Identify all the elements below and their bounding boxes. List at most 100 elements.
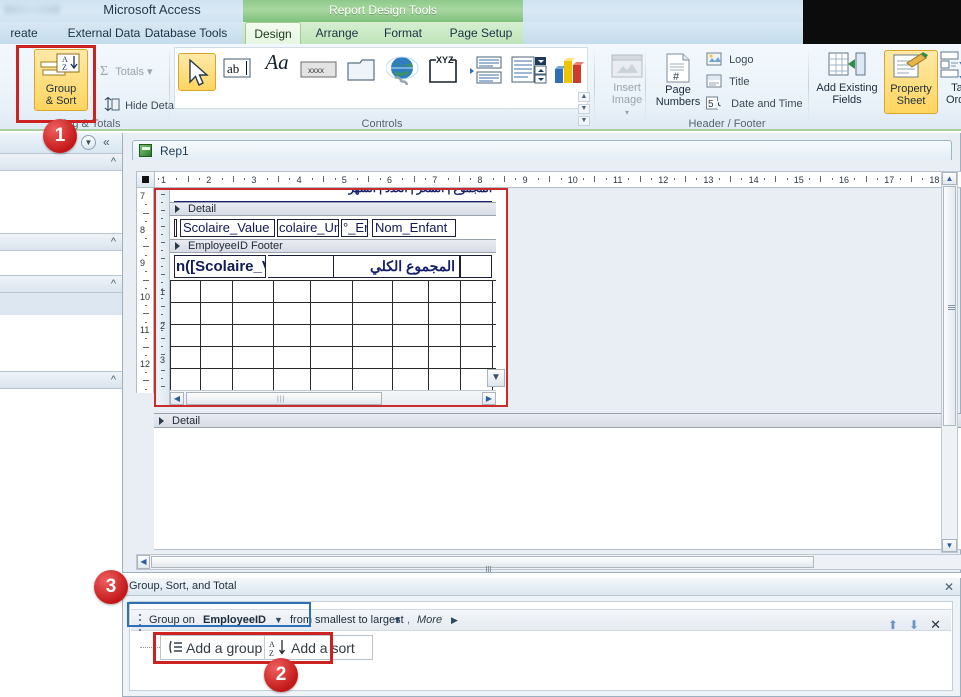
property-sheet-button[interactable]: Property Sheet — [884, 50, 938, 114]
ruler-minor-mark — [786, 178, 788, 180]
move-down-icon[interactable]: ⬇ — [909, 618, 919, 632]
section-bar-detail-outer[interactable]: Detail — [154, 413, 961, 428]
section-bar-detail[interactable]: Detail — [170, 202, 496, 216]
chevron-up-icon[interactable]: ^ — [111, 374, 116, 386]
text-box-tool-button[interactable]: ab — [222, 56, 254, 86]
ruler-minor-mark — [424, 178, 426, 180]
totals-chevron-down-icon[interactable]: ▾ — [147, 66, 153, 78]
section-collapse-caret-icon[interactable] — [175, 205, 180, 213]
navpane-section-3-body[interactable] — [0, 315, 122, 371]
insert-image-chevron-down-icon[interactable]: ▾ — [625, 108, 629, 117]
tab-control-tool-button[interactable] — [346, 55, 380, 87]
control-total-arabic-label[interactable]: المجموع الكلي — [334, 255, 460, 278]
totals-label[interactable]: Totals — [115, 66, 144, 78]
group-label-header-footer: Header / Footer — [688, 118, 766, 130]
option-group-tool-button[interactable] — [468, 55, 504, 87]
subreport-hscroll-thumb[interactable]: ||| — [186, 392, 382, 405]
tab-page-setup[interactable]: Page Setup — [438, 22, 524, 44]
chevron-up-icon[interactable]: ^ — [111, 156, 116, 168]
logo-label[interactable]: Logo — [729, 54, 753, 66]
navpane-section-header-1[interactable]: ^ — [0, 153, 122, 171]
navpane-section-1-body[interactable] — [0, 171, 122, 233]
tab-order-button[interactable]: Tab Order — [940, 50, 961, 114]
section-collapse-caret-icon[interactable] — [175, 242, 180, 250]
chevron-up-icon[interactable]: ^ — [111, 236, 116, 248]
navpane-selected-item[interactable] — [0, 293, 122, 315]
document-vscroll-thumb[interactable] — [943, 186, 956, 426]
subreport-vruler-mark — [161, 370, 165, 371]
subreport-vruler-mark — [161, 330, 163, 331]
close-icon[interactable]: ✕ — [944, 579, 954, 596]
controls-gallery-more-icon[interactable]: ▼ — [578, 116, 590, 126]
navpane-section-header-3[interactable]: ^ — [0, 275, 122, 293]
ruler-tick-16: 16 — [839, 175, 850, 185]
ruler-minor-mark — [278, 176, 279, 182]
control-n-er[interactable]: °_Er — [341, 219, 368, 237]
vruler-minor-mark — [145, 355, 147, 357]
tab-database-tools[interactable]: Database Tools — [131, 22, 241, 44]
ruler-tick-15: 15 — [793, 175, 804, 185]
document-scroll-left-icon[interactable]: ◀ — [137, 555, 150, 569]
button-xxxx-icon: xxxx — [300, 61, 338, 83]
group-more-expand-arrow-icon[interactable]: ▶ — [451, 610, 458, 631]
controls-gallery-up-icon[interactable]: ▲ — [578, 92, 590, 102]
obscured-strip-right — [803, 22, 961, 44]
ruler-tick-8: 8 — [477, 175, 483, 185]
navpane-dropdown-arrow-icon[interactable]: ▼ — [81, 135, 96, 150]
subreport-scroll-left-icon[interactable]: ◀ — [170, 392, 184, 405]
document-scroll-up-icon[interactable]: ▲ — [942, 172, 957, 185]
control-scolaire-value[interactable]: Scolaire_Value — [180, 219, 275, 237]
delete-icon[interactable]: ✕ — [930, 617, 941, 632]
document-hscroll-thumb[interactable] — [151, 556, 814, 572]
control-sum-scolaire-value[interactable]: n([Scolaire_Va — [174, 255, 266, 278]
move-up-icon[interactable]: ⬆ — [888, 618, 898, 632]
subreport-horizontal-scrollbar[interactable]: ◀ ||| ▶ — [170, 390, 496, 405]
obscured-window-controls — [803, 0, 961, 22]
group-order-chevron-down-icon[interactable]: ▼ — [393, 610, 402, 631]
hyperlink-tool-button[interactable] — [385, 55, 420, 87]
title-label[interactable]: Title — [729, 76, 749, 88]
chevron-up-icon[interactable]: ^ — [111, 278, 116, 290]
controls-gallery-down-icon[interactable]: ▼ — [578, 104, 590, 114]
label-tool-button[interactable]: Aa — [260, 52, 294, 86]
document-scroll-down-icon[interactable]: ▼ — [942, 539, 957, 552]
navpane-section-4-body[interactable] — [0, 389, 122, 573]
add-existing-fields-button[interactable]: Add Existing Fields — [812, 50, 882, 114]
vruler-tick-11: 11 — [140, 325, 150, 335]
annotation-badge-2: 2 — [264, 658, 298, 692]
tab-design[interactable]: Design — [245, 22, 301, 44]
subreport-design-surface[interactable]: 123 المجموع | السعر | العدد | الشهر Deta… — [154, 188, 508, 407]
control-scolaire-uni[interactable]: colaire_Uni — [277, 219, 339, 237]
document-horizontal-scrollbar[interactable]: ◀ ▶ — [136, 554, 961, 572]
tab-create[interactable]: reate — [0, 22, 48, 44]
unbound-object-frame-tool-button[interactable]: XYZ — [426, 54, 462, 88]
document-vertical-scrollbar[interactable]: ▲ ▼ — [941, 171, 958, 553]
vruler-minor-mark — [143, 246, 149, 248]
subreport-scroll-down-icon[interactable]: ▼ — [487, 369, 505, 387]
page-numbers-label-line2: Numbers — [655, 96, 701, 108]
tab-arrange[interactable]: Arrange — [307, 22, 367, 44]
page-numbers-button[interactable]: # Page Numbers — [652, 52, 704, 114]
select-tool-button[interactable] — [178, 53, 216, 91]
control-nom-enfant[interactable]: Nom_Enfant — [372, 219, 456, 237]
vruler-tick-8: 8 — [140, 224, 146, 235]
report-canvas[interactable] — [154, 428, 961, 550]
section-collapse-caret-icon[interactable] — [159, 417, 164, 425]
tab-format[interactable]: Format — [374, 22, 432, 44]
navpane-section-header-2[interactable]: ^ — [0, 233, 122, 251]
design-grid[interactable] — [170, 280, 496, 390]
date-and-time-label[interactable]: Date and Time — [731, 98, 803, 110]
ruler-corner-selector[interactable] — [137, 172, 155, 187]
navpane-section-header-4[interactable]: ^ — [0, 371, 122, 389]
ruler-minor-mark — [922, 178, 924, 180]
navpane-section-2-body[interactable] — [0, 251, 122, 275]
ruler-tick-9: 9 — [522, 175, 528, 185]
subreport-scroll-right-icon[interactable]: ▶ — [482, 392, 496, 405]
navpane-collapse-double-chevron-left-icon[interactable]: « — [103, 135, 110, 149]
section-bar-employeeid-footer[interactable]: EmployeeID Footer — [170, 239, 496, 253]
document-tab-rep1[interactable]: Rep1 — [132, 140, 952, 160]
group-more-label[interactable]: More — [417, 610, 442, 631]
chart-tool-button[interactable] — [552, 55, 586, 87]
button-tool-button[interactable]: xxxx — [300, 60, 338, 82]
combo-box-tool-button[interactable] — [510, 54, 548, 88]
